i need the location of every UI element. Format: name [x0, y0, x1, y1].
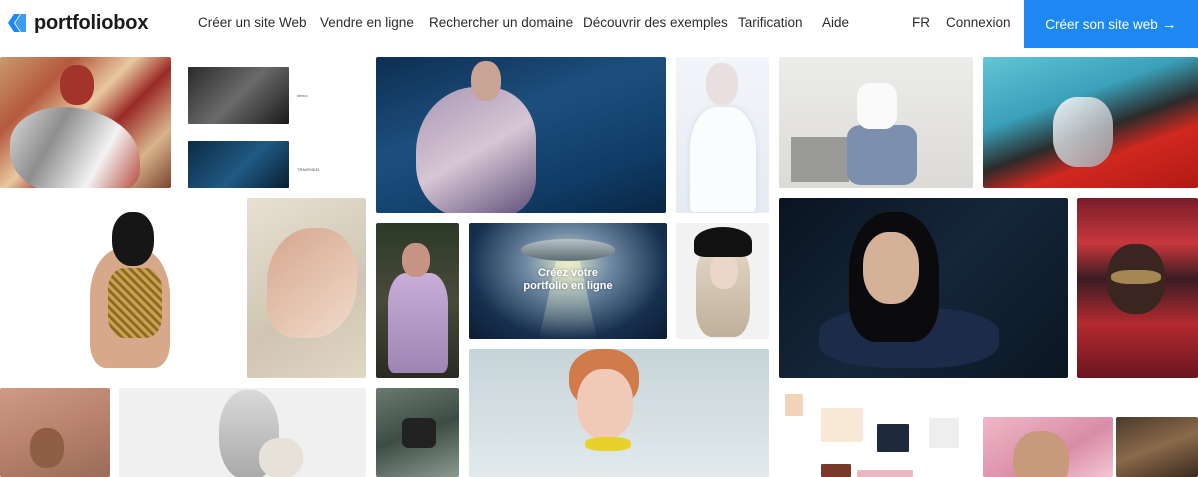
logo-wordmark: portfoliobox: [34, 11, 149, 34]
illustration-thumbnail: [785, 394, 803, 416]
language-selector[interactable]: FR: [912, 14, 930, 32]
tile-figure: [1053, 97, 1113, 167]
nav-pricing[interactable]: Tarification: [738, 14, 803, 32]
gallery-tile-black-hat[interactable]: [676, 223, 769, 339]
gallery-tile-beige-portrait[interactable]: [247, 198, 366, 378]
tile-figure: [60, 65, 94, 105]
arrow-right-icon: →: [1161, 15, 1177, 33]
tile-figure: [471, 61, 501, 101]
gallery-tile-singer[interactable]: [376, 223, 459, 378]
tile-figure: [1111, 270, 1161, 284]
gallery-tile-model-with-dog[interactable]: [119, 388, 366, 477]
promo-line-1: Créez votre: [538, 267, 598, 279]
tile-figure: [577, 369, 633, 439]
gallery-tile-pink-portrait[interactable]: [983, 417, 1113, 477]
ufo-icon: [521, 239, 615, 261]
gallery-tile-dark-portrait[interactable]: [779, 198, 1068, 378]
nav-help[interactable]: Aide: [822, 14, 849, 32]
gallery-tile-masked-model[interactable]: [0, 198, 241, 378]
gallery-tile-illustration-site[interactable]: [779, 388, 984, 477]
promo-line-2: portfolio en ligne: [523, 280, 613, 292]
tile-figure: [112, 212, 154, 266]
login-link[interactable]: Connexion: [946, 14, 1011, 32]
tile-figure: [108, 268, 162, 338]
illustration-thumbnail: [821, 464, 851, 477]
gallery-tile-redhead-model[interactable]: [469, 349, 769, 477]
gallery-tile-website-preview[interactable]: сенсо TRAVENEEL: [175, 57, 366, 188]
illustration-thumbnail: [929, 418, 959, 448]
create-site-button-label: Créer son site web: [1045, 16, 1158, 32]
gallery-tile-promo-ufo[interactable]: Créez votre portfolio en ligne: [469, 223, 667, 339]
gallery-tile-neon-portrait[interactable]: [1077, 198, 1198, 378]
preview-thumbnail: [188, 67, 289, 124]
tile-figure: [847, 125, 917, 185]
gallery-tile-blue-dress[interactable]: [376, 57, 666, 213]
tile-figure: [585, 437, 631, 451]
tile-figure: [857, 83, 897, 129]
tile-figure: [10, 107, 140, 188]
illustration-thumbnail: [877, 424, 909, 452]
tile-figure: [402, 243, 430, 277]
camera-icon: [402, 418, 436, 448]
tile-figure: [259, 438, 303, 477]
gallery-tile-photographer[interactable]: [376, 388, 459, 477]
tile-figure: [30, 428, 64, 468]
preview-caption: TRAVENEEL: [297, 167, 321, 172]
top-navigation-bar: portfoliobox Créer un site Web Vendre en…: [0, 0, 1198, 48]
nav-sell-online[interactable]: Vendre en ligne: [320, 14, 414, 32]
tile-figure: [690, 107, 756, 212]
illustration-thumbnail: [821, 408, 863, 442]
tile-figure: [267, 228, 357, 338]
gallery-tile-vintage-cars[interactable]: [983, 57, 1198, 188]
portfoliobox-logo[interactable]: portfoliobox: [6, 11, 148, 35]
tile-figure: [706, 63, 738, 105]
tile-figure: [1013, 431, 1069, 477]
preview-caption: сенсо: [297, 93, 308, 98]
gallery-tile-colorful-fashion[interactable]: [0, 57, 171, 188]
gallery-tile-sitting-model[interactable]: [779, 57, 973, 188]
tile-figure: [791, 137, 849, 182]
nav-discover-examples[interactable]: Découvrir des exemples: [583, 14, 728, 32]
preview-thumbnail: [188, 141, 289, 188]
gallery-tile-white-coat[interactable]: [676, 57, 769, 213]
tile-figure: [388, 273, 448, 373]
tile-figure: [863, 232, 919, 304]
nav-create-website[interactable]: Créer un site Web: [198, 14, 307, 32]
nav-search-domain[interactable]: Rechercher un domaine: [429, 14, 573, 32]
tile-figure: [416, 87, 536, 213]
portfoliobox-logo-icon: [8, 14, 26, 32]
tile-figure: [694, 227, 752, 257]
tile-figure: [710, 253, 738, 289]
promo-headline: Créez votre portfolio en ligne: [469, 267, 667, 293]
gallery-tile-interior[interactable]: [1116, 417, 1198, 477]
illustration-thumbnail: [857, 470, 913, 477]
gallery-tile-plants-portrait[interactable]: [0, 388, 110, 477]
create-site-button[interactable]: Créer son site web →: [1024, 0, 1198, 48]
